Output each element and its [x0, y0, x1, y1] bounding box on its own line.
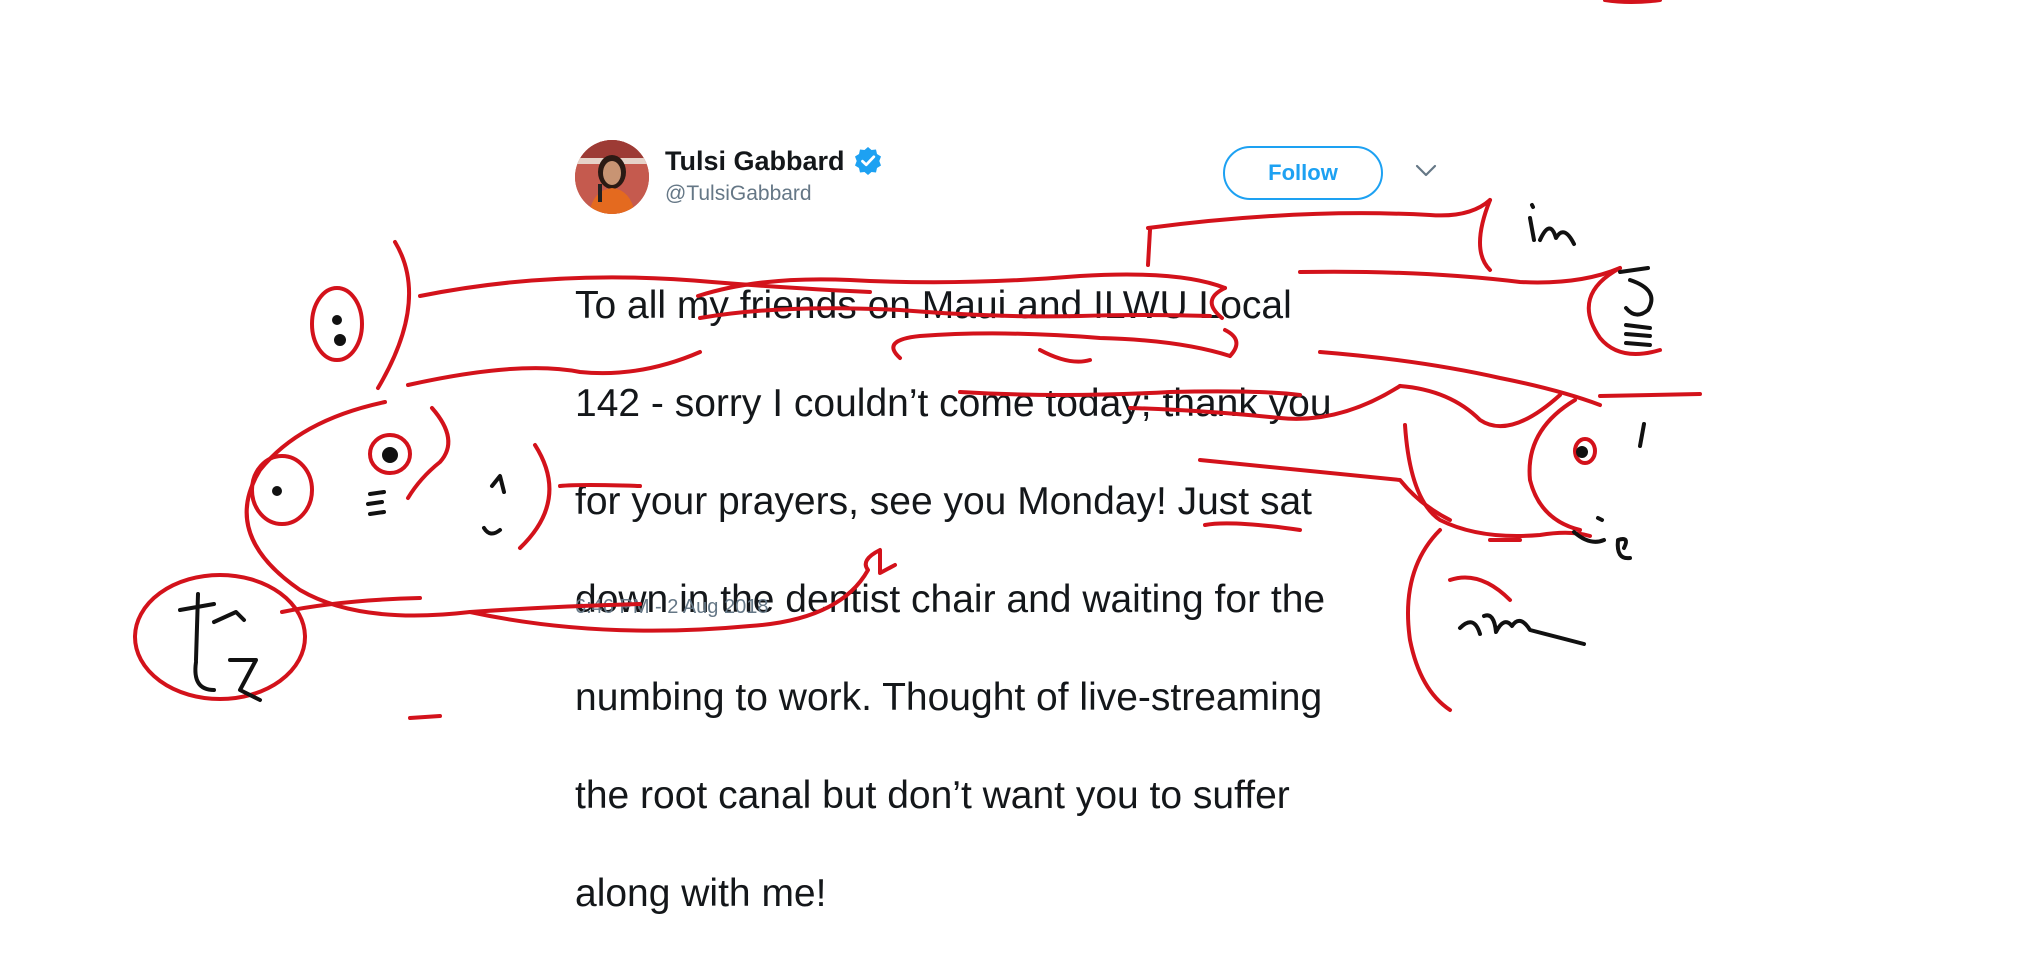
- chevron-down-icon: [1415, 164, 1437, 183]
- annotation-stroke: [1603, 0, 1662, 4]
- annotation-circle: [310, 286, 364, 362]
- tweet-text-line: along with me!: [575, 872, 827, 915]
- tweet-menu-button[interactable]: [1411, 158, 1441, 188]
- annotation-stroke: [406, 406, 451, 500]
- annotation-stroke: [1586, 266, 1662, 356]
- annotation-stroke: [1527, 398, 1582, 532]
- handwritten-mark: [482, 526, 502, 536]
- handwritten-mark: [272, 486, 282, 496]
- handwritten-mark: [1572, 530, 1606, 544]
- handwritten-mark: [490, 474, 506, 494]
- handwritten-mark: [334, 334, 346, 346]
- handwritten-mark: [1624, 323, 1652, 347]
- handwritten-mark: [193, 660, 216, 692]
- handwritten-mark: [1538, 226, 1576, 246]
- handwritten-mark: [1528, 203, 1536, 242]
- annotation-stroke: [518, 443, 552, 550]
- annotation-stroke: [376, 240, 412, 390]
- annotation-circle: [1573, 437, 1597, 465]
- annotation-circle: [133, 573, 307, 701]
- annotation-stroke: [1448, 575, 1512, 602]
- handwritten-mark: [382, 447, 398, 463]
- tweet-text-line: 142 - sorry I couldn’t come today; thank…: [575, 382, 1332, 425]
- annotation-stroke: [1598, 392, 1702, 398]
- annotation-circle: [250, 454, 314, 526]
- handwritten-mark: [366, 490, 386, 516]
- user-info: Tulsi Gabbard @TulsiGabbard: [665, 144, 883, 206]
- verified-badge-icon: [853, 146, 883, 176]
- handwritten-mark: [1576, 446, 1588, 458]
- tweet-card: Tulsi Gabbard @TulsiGabbard Follow To al…: [575, 140, 1445, 915]
- follow-button[interactable]: Follow: [1223, 146, 1383, 200]
- handwritten-mark: [1638, 422, 1646, 448]
- tweet-text-line: the root canal but don’t want you to suf…: [575, 774, 1290, 817]
- handwritten-mark: [1618, 266, 1654, 317]
- handwritten-mark: [1596, 516, 1604, 522]
- avatar[interactable]: [575, 140, 649, 214]
- tweet-text-line: numbing to work. Thought of live-streami…: [575, 676, 1323, 719]
- handwritten-mark: [1615, 537, 1632, 561]
- tweet-timestamp[interactable]: 6:46 PM - 2 Aug 2018: [575, 596, 768, 619]
- annotation-circle: [368, 433, 412, 475]
- annotation-stroke: [408, 714, 442, 720]
- annotation-stroke: [1478, 198, 1492, 272]
- handwritten-mark: [1458, 613, 1586, 646]
- tweet-text-line: To all my friends on Maui and ILWU Local: [575, 284, 1292, 327]
- handwritten-mark: [228, 658, 262, 702]
- annotation-stroke: [280, 596, 422, 614]
- handwritten-mark: [332, 315, 342, 325]
- handwritten-mark: [178, 592, 216, 662]
- tweet-text-line: for your prayers, see you Monday! Just s…: [575, 480, 1313, 523]
- display-name[interactable]: Tulsi Gabbard: [665, 146, 845, 177]
- user-handle[interactable]: @TulsiGabbard: [665, 182, 883, 206]
- handwritten-mark: [212, 610, 246, 624]
